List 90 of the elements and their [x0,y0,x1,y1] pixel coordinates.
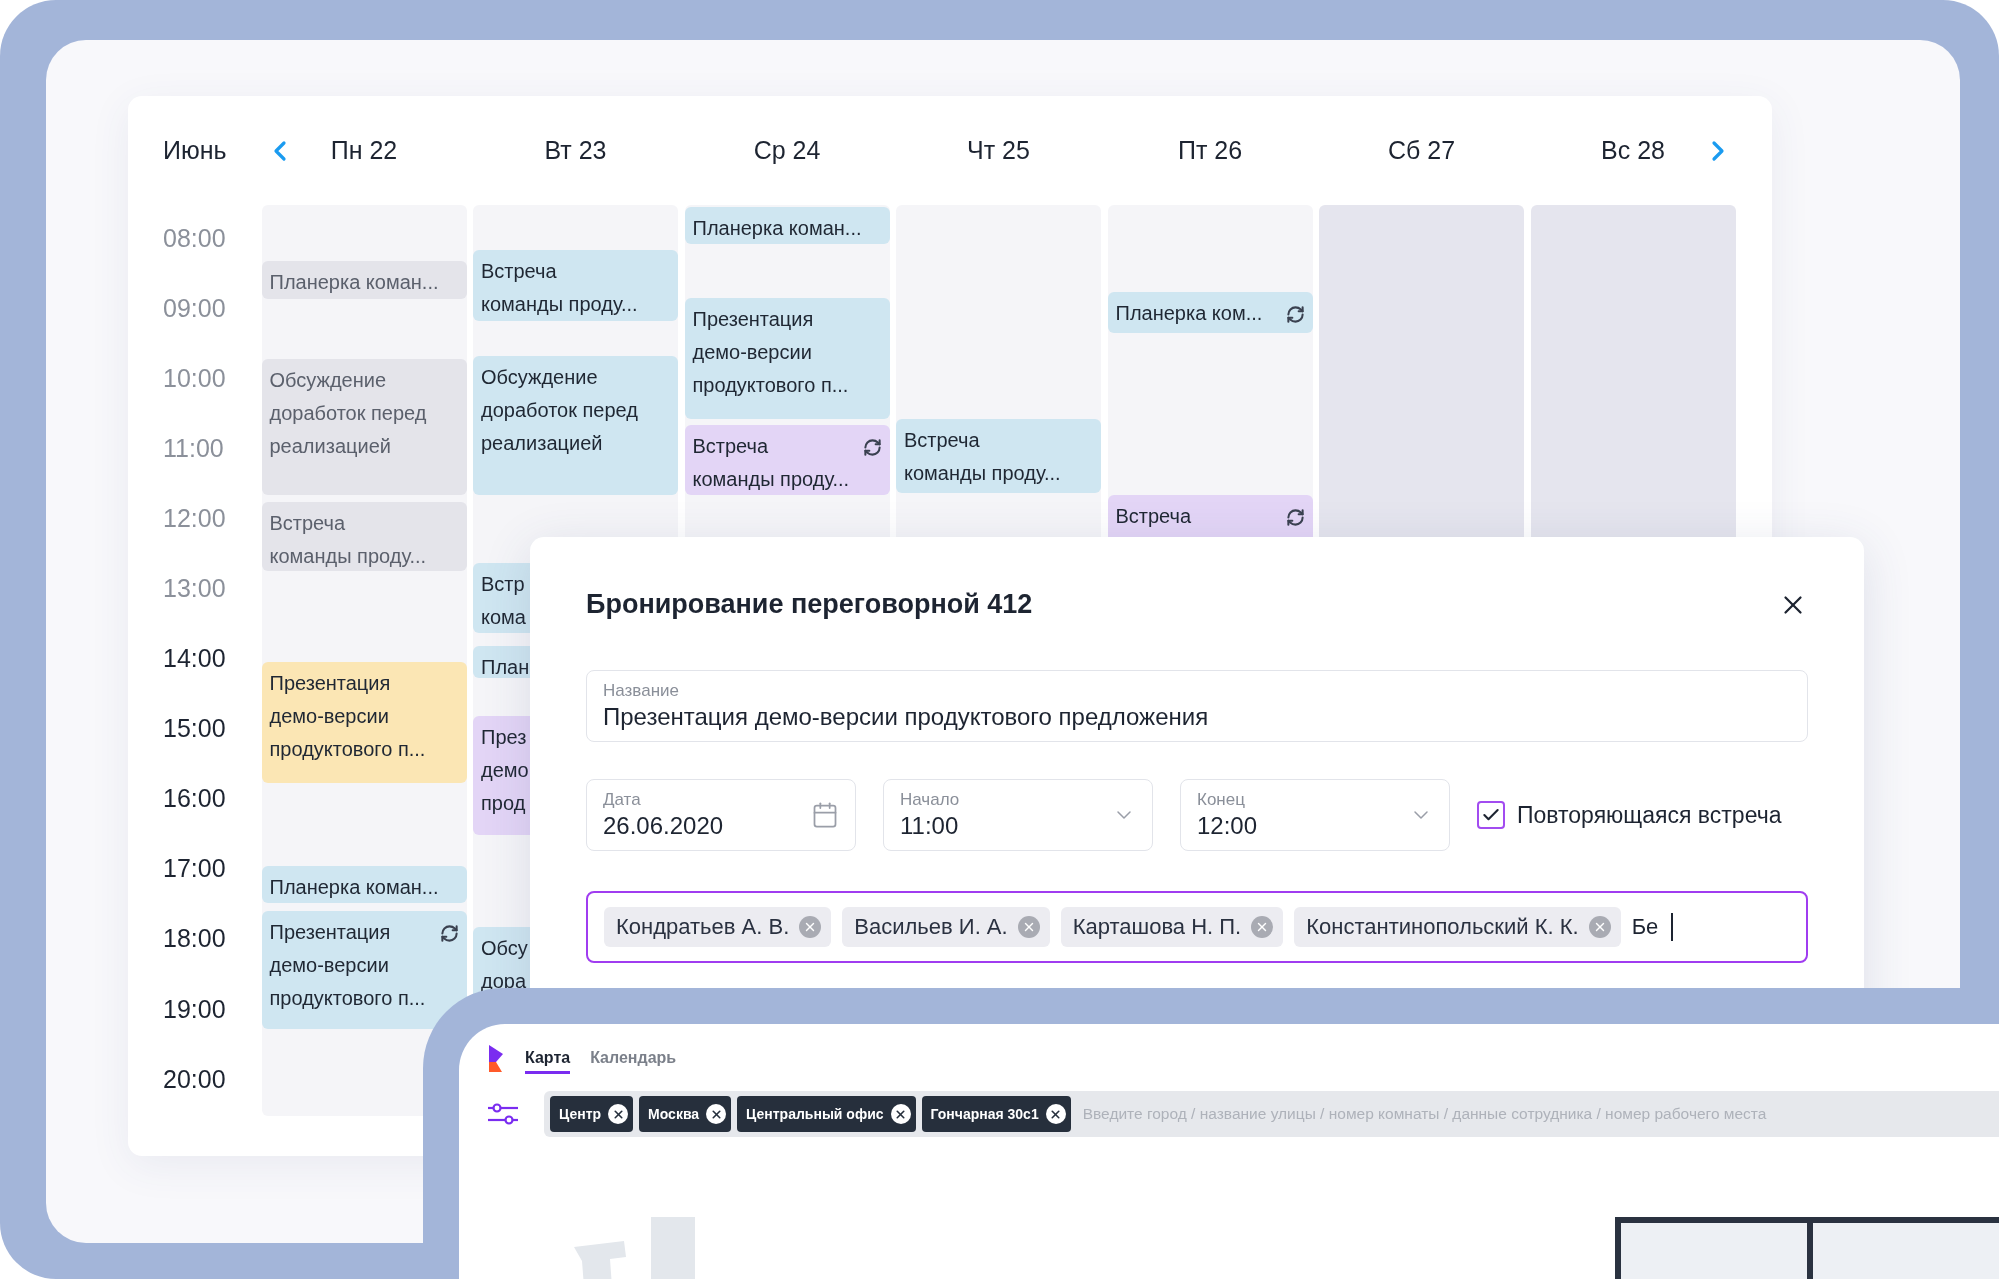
time-label: 11:00 [163,433,224,463]
time-label: 17:00 [163,854,226,884]
remove-button[interactable] [890,1104,911,1124]
search-input[interactable]: Введите город / название улицы / номер комнаты / данные сотрудника / номер рабочего места [1080,1104,1993,1124]
event-title: Встреча команды проду... [692,434,850,493]
day-label: Пн 22 [330,136,398,165]
event-title: Планерка ком... [1115,301,1263,327]
day-label: Пт 26 [1177,136,1243,165]
search-field[interactable]: Центр Москва Центральный офис Гончарная 30с1 Введите город / название улицы / номер комнаты / данные сотрудника / номер рабочего места [544,1091,1999,1137]
time-label: 10:00 [163,363,226,393]
event-card[interactable]: Встреча команды проду... [896,419,1101,493]
field-label: Дата [603,790,642,810]
time-label: 08:00 [163,223,226,253]
event-card[interactable]: Встреча команды проду... [684,425,890,496]
event-card[interactable]: Встреча команды проду... [261,502,467,572]
logo-icon [487,1045,505,1073]
event-title: Презентация демо-версии продуктового п... [692,306,849,398]
time-label: 12:00 [163,503,226,533]
event-title: Встреча команды проду... [269,511,427,570]
time-label: 18:00 [163,924,226,954]
event-title: Встреча команды проду... [481,259,638,318]
time-label: 13:00 [163,574,226,603]
participant-chip: Кондратьев А. В. [604,907,832,947]
text-cursor [1670,913,1673,941]
remove-button[interactable] [608,1104,629,1124]
field-value: Презентация демо-версии продуктового предложения [603,703,1209,731]
participant-chip: Васильев И. А. [842,907,1050,947]
filter-chip: Центральный офис [737,1096,916,1132]
time-label: 15:00 [163,714,226,744]
event-title: Встреча [1115,504,1192,530]
participant-chip: Карташова Н. П. [1060,907,1284,947]
time-label: 19:00 [163,994,226,1024]
event-card[interactable]: Презентация демо-версии продуктового п... [261,911,467,1029]
field-value: 11:00 [900,812,960,840]
month-label: Июнь [162,136,228,165]
field-label: Название [603,681,680,701]
calendar-icon [811,801,839,829]
remove-button[interactable] [1045,1104,1066,1124]
event-title: Планерка коман... [269,874,439,900]
event-card[interactable]: Планерка коман... [684,206,890,244]
participants-field[interactable]: Кондратьев А. В. Васильев И. А. Карташова Н. П. Константинопольский К. К. Бе [586,891,1808,963]
event-card[interactable]: Встреча команды проду... [473,250,678,321]
participant-chip: Константинопольский К. К. [1294,907,1621,947]
event-card[interactable]: Планерка коман... [261,261,467,300]
event-title: Презентация демо-версии продуктового п... [269,671,426,763]
field-label: Начало [900,790,960,810]
remove-button[interactable] [706,1104,727,1124]
participant-input[interactable]: Бе [1631,914,1662,940]
day-label: Чт 25 [967,136,1030,165]
event-card[interactable]: Планерка коман... [261,865,467,903]
event-card[interactable]: Обсуждение доработок перед реализацией [473,355,678,496]
event-title: Обсуждение доработок перед реализацией [269,367,427,459]
checkbox-label: Повторяющаяся встреча [1517,801,1782,829]
event-card[interactable]: Презентация демо-версии продуктового п... [261,662,467,783]
nav-tab[interactable]: Карта [525,1044,571,1074]
filter-chip: Гончарная 30с1 [921,1096,1071,1132]
text-field[interactable]: Дата 26.06.2020 [586,779,856,851]
filter-icon[interactable] [487,1103,519,1125]
time-label: 09:00 [163,293,226,323]
event-title: Планерка коман... [692,215,862,241]
day-label: Ср 24 [753,136,821,165]
field-label: Конец [1197,790,1246,810]
event-title: Встр кома [481,571,526,630]
text-field[interactable]: Начало 11:00 [883,779,1153,851]
close-icon [709,1107,723,1121]
filter-chip: Москва [639,1096,732,1132]
time-label: 20:00 [163,1064,226,1094]
close-icon [611,1107,625,1121]
text-field[interactable]: Конец 12:00 [1180,779,1450,851]
event-title: План [481,655,530,681]
event-title: Встреча команды проду... [904,428,1061,486]
event-card[interactable]: Обсуждение доработок перед реализацией [261,358,467,496]
time-label: 14:00 [163,644,226,674]
field-value: 12:00 [1197,812,1258,840]
text-field[interactable]: Название Презентация демо-версии продуктового предложения [586,670,1808,742]
event-title: Презентация демо-версии продуктового п... [269,920,426,1012]
event-card[interactable]: Презентация демо-версии продуктового п... [684,297,890,419]
dialog-title: Бронирование переговорной 412 [586,589,1033,620]
event-card[interactable]: Планерка ком... [1107,292,1313,333]
event-title: През демо прод [481,725,529,817]
day-label: Сб 27 [1387,136,1456,165]
event-title: Обсуждение доработок перед реализацией [481,364,638,456]
event-title: Планерка коман... [269,270,439,296]
day-label: Вс 28 [1601,136,1665,165]
filter-chip: Центр [550,1096,634,1132]
nav-tab[interactable]: Календарь [590,1044,677,1074]
time-label: 16:00 [163,784,226,814]
day-label: Вт 23 [544,136,607,165]
field-value: 26.06.2020 [603,812,724,840]
recurring-checkbox[interactable] [1477,801,1505,829]
